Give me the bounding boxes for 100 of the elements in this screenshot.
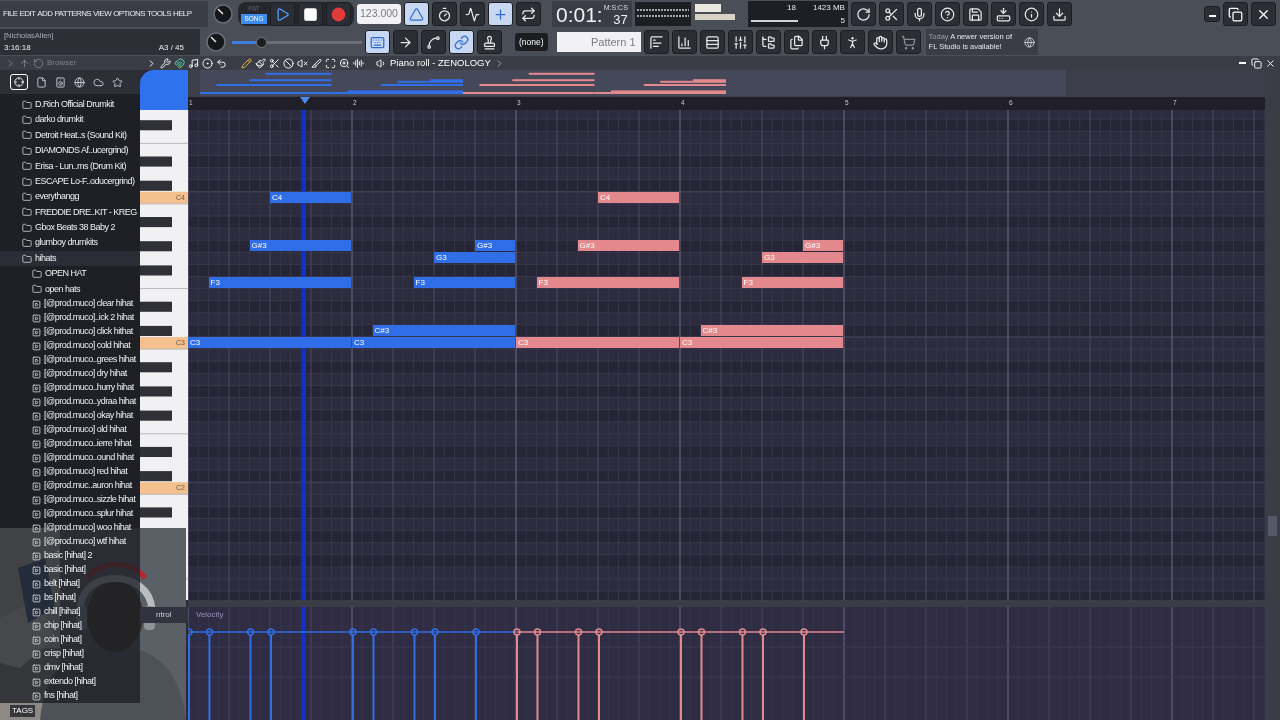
velocity-stem[interactable] (472, 628, 480, 720)
roll-close-icon[interactable] (1265, 57, 1276, 69)
note[interactable]: G#3 (475, 240, 515, 252)
undo-arrow-icon[interactable] (216, 57, 227, 69)
star-icon[interactable] (112, 76, 123, 88)
menu-item[interactable]: FILE (3, 8, 18, 20)
note[interactable]: C#3 (372, 324, 515, 336)
browser-file[interactable]: coin [hihat] (0, 633, 140, 648)
music-note-icon[interactable] (188, 57, 199, 69)
note[interactable]: G3 (434, 252, 515, 264)
cart-button[interactable] (895, 30, 921, 54)
person-button[interactable] (839, 30, 865, 54)
knife-icon[interactable] (311, 57, 322, 69)
browser-file[interactable]: [@prod.muco] wtf hihat (0, 535, 140, 550)
zoom-icon[interactable] (339, 57, 350, 69)
circle-icon[interactable] (202, 57, 213, 69)
note[interactable]: F3 (208, 276, 351, 288)
note[interactable]: C3 (188, 337, 351, 348)
scrollbar-thumb[interactable] (1268, 516, 1277, 536)
note[interactable]: G#3 (249, 240, 351, 252)
refresh-button[interactable] (850, 2, 876, 26)
browser-file[interactable]: basic [hihat] (0, 563, 140, 578)
timer-button[interactable] (431, 2, 457, 26)
speaker-icon[interactable] (55, 76, 66, 88)
keyboard-button[interactable] (365, 30, 390, 54)
play-button[interactable] (270, 2, 295, 26)
velocity-stem[interactable] (205, 628, 214, 720)
close-button[interactable] (1251, 2, 1276, 26)
menu-item[interactable]: EDIT (19, 8, 36, 20)
scissors-button[interactable] (878, 2, 904, 26)
hand-button[interactable] (867, 30, 893, 54)
curve-button[interactable] (421, 30, 446, 54)
browser-file[interactable]: crisp [hihat] (0, 647, 140, 662)
note-grid[interactable] (188, 110, 1265, 600)
metronome-button[interactable] (403, 2, 429, 26)
presentation-button[interactable] (643, 30, 669, 54)
note[interactable]: C3 (352, 337, 515, 348)
export-button[interactable] (990, 2, 1016, 26)
velocity-stem[interactable] (677, 628, 685, 720)
pitch-knob[interactable] (206, 32, 226, 52)
velocity-stem[interactable] (533, 628, 542, 720)
arrow-button[interactable] (393, 30, 418, 54)
velocity-stem[interactable] (574, 628, 583, 720)
velocity-stem[interactable] (246, 628, 255, 720)
menu-item[interactable]: TOOLS (146, 8, 171, 20)
folder-tree-button[interactable] (755, 30, 781, 54)
stamp-button[interactable] (477, 30, 502, 54)
browser-file[interactable]: belt [hihat] (0, 577, 140, 592)
plug-button[interactable] (811, 30, 837, 54)
master-slider[interactable] (232, 35, 362, 49)
info-button[interactable] (1018, 2, 1044, 26)
menu-item[interactable]: PATTERNS (54, 8, 92, 20)
channel-select[interactable]: (none) (515, 33, 548, 51)
restore-button[interactable] (1223, 2, 1248, 26)
browser-file[interactable]: extendo [hihat] (0, 675, 140, 690)
link-button[interactable] (449, 30, 474, 54)
browser-file[interactable]: [@prod.muco] woo hihat (0, 521, 140, 536)
velocity-stem[interactable] (800, 628, 808, 720)
velocity-stem[interactable] (349, 628, 357, 720)
velocity-stem[interactable] (410, 628, 419, 720)
undo-icon[interactable] (33, 57, 44, 69)
magnet-icon[interactable] (174, 57, 185, 69)
browser-file[interactable]: chill [hihat] (0, 605, 140, 620)
cloud-icon[interactable] (93, 76, 104, 88)
files-button[interactable] (783, 30, 809, 54)
slice-scissors-icon[interactable] (269, 57, 280, 69)
stop-button[interactable] (298, 2, 323, 26)
velocity-stem[interactable] (738, 628, 747, 720)
arrow-up-icon[interactable] (19, 57, 30, 69)
control-label[interactable]: ntrol (140, 607, 188, 623)
slider-thumb[interactable] (255, 36, 267, 48)
audio-lines-icon[interactable] (353, 57, 364, 69)
select-icon[interactable] (325, 57, 336, 69)
wrench-icon[interactable] (160, 57, 171, 69)
mute-icon[interactable] (297, 57, 308, 69)
save-button[interactable] (962, 2, 988, 26)
delete-icon[interactable] (283, 57, 294, 69)
microphone-button[interactable] (906, 2, 932, 26)
velocity-stem[interactable] (369, 628, 378, 720)
globe-icon[interactable] (1023, 36, 1035, 48)
velocity-stem[interactable] (595, 628, 603, 720)
file-icon[interactable] (36, 76, 47, 88)
lane-label[interactable]: Velocity (196, 609, 224, 621)
browser-file[interactable]: dmv [hihat] (0, 661, 140, 676)
velocity-stem[interactable] (188, 628, 193, 720)
browser-file[interactable]: fns [hihat] (0, 689, 140, 704)
download-button[interactable] (1046, 2, 1072, 26)
mixer-button[interactable] (727, 30, 753, 54)
minimize-button[interactable] (1204, 6, 1220, 22)
velocity-stem[interactable] (431, 628, 439, 720)
velocity-stem[interactable] (513, 628, 521, 720)
volume-knob[interactable] (213, 4, 233, 24)
note[interactable]: F3 (413, 276, 515, 288)
loop-button[interactable] (515, 2, 541, 26)
tempo-field[interactable]: 123.000 (357, 4, 401, 24)
plus-button[interactable] (487, 2, 513, 26)
speaker-small-icon[interactable] (376, 57, 387, 69)
menu-item[interactable]: OPTIONS (113, 8, 145, 20)
menu-item[interactable]: ADD (37, 8, 53, 20)
brush-icon[interactable] (255, 57, 266, 69)
